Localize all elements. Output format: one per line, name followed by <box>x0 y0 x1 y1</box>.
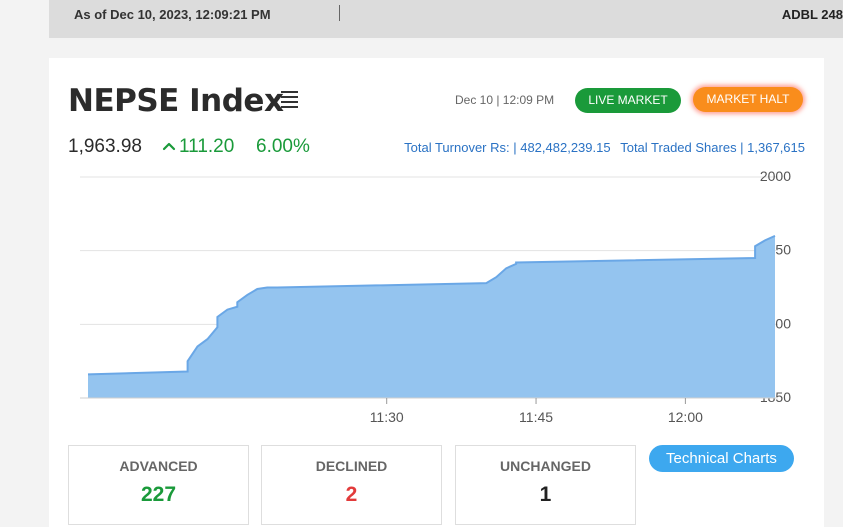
unchanged-stat: UNCHANGED 1 <box>455 445 636 525</box>
unchanged-label: UNCHANGED <box>500 458 591 474</box>
y-tick-label-2000: 2000 <box>760 168 791 184</box>
total-turnover: Total Turnover Rs: | 482,482,239.15 <box>404 140 611 155</box>
technical-charts-button[interactable]: Technical Charts <box>649 445 794 472</box>
chevron-up-icon <box>162 142 176 151</box>
advanced-label: ADVANCED <box>119 458 198 474</box>
x-tick-label-12:00: 12:00 <box>668 409 703 425</box>
nepse-index-card: NEPSE Index Dec 10 | 12:09 PM LIVE MARKE… <box>49 58 824 527</box>
x-tick-label-11:45: 11:45 <box>519 409 553 425</box>
advanced-stat: ADVANCED 227 <box>68 445 249 525</box>
index-change: 111.20 <box>179 136 235 157</box>
top-info-bar: As of Dec 10, 2023, 12:09:21 PM ADBL 248 <box>49 0 843 38</box>
market-halt-button[interactable]: MARKET HALT <box>693 87 803 112</box>
index-area-chart[interactable]: 185019001950200011:30 11:45 12:00 <box>49 161 824 433</box>
page-title: NEPSE Index <box>68 83 284 119</box>
hamburger-menu-icon[interactable] <box>281 91 298 108</box>
declined-stat: DECLINED 2 <box>261 445 442 525</box>
index-change-percent: 6.00% <box>256 136 310 157</box>
declined-value: 2 <box>345 483 358 506</box>
total-traded-shares: Total Traded Shares | 1,367,615 <box>620 140 805 155</box>
declined-label: DECLINED <box>315 458 388 474</box>
stock-ticker[interactable]: ADBL 248 <box>782 7 843 22</box>
as-of-timestamp: As of Dec 10, 2023, 12:09:21 PM <box>74 7 271 22</box>
advanced-value: 227 <box>140 483 177 506</box>
live-market-button[interactable]: LIVE MARKET <box>575 88 681 113</box>
market-datetime: Dec 10 | 12:09 PM <box>455 93 555 107</box>
separator <box>339 5 340 21</box>
turnover-info: Total Turnover Rs: | 482,482,239.15 Tota… <box>404 140 805 155</box>
index-value: 1,963.98 <box>68 136 142 157</box>
unchanged-value: 1 <box>539 483 552 506</box>
x-tick-label-11:30: 11:30 <box>370 409 404 425</box>
